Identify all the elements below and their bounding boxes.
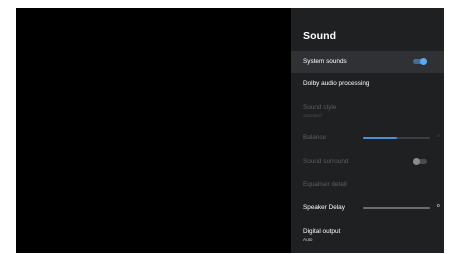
speaker-delay-slider[interactable] <box>363 207 430 209</box>
setting-label: Dolby audio processing <box>303 80 370 87</box>
setting-sublabel: Standard <box>303 113 322 118</box>
balance-slider <box>363 137 430 139</box>
setting-label: Sound style <box>303 104 337 111</box>
sound-surround-toggle <box>413 158 427 165</box>
panel-title: Sound <box>303 30 337 42</box>
slider-value: 0 <box>437 204 440 209</box>
setting-label: Speaker Delay <box>303 204 345 211</box>
system-sounds-toggle[interactable] <box>413 58 427 65</box>
setting-label: System sounds <box>303 58 347 65</box>
sound-settings-panel: Sound System sounds Dolby audio processi… <box>291 8 444 253</box>
toggle-knob <box>413 158 420 165</box>
setting-label: Sound surround <box>303 158 349 165</box>
setting-sublabel: Auto <box>303 237 313 242</box>
setting-system-sounds[interactable]: System sounds <box>291 51 444 73</box>
setting-sound-surround: Sound surround <box>291 151 444 173</box>
setting-label: Equaliser detail <box>303 181 347 188</box>
setting-speaker-delay[interactable]: Speaker Delay 0 <box>291 197 444 219</box>
toggle-knob <box>420 58 427 65</box>
setting-equaliser-detail: Equaliser detail <box>291 174 444 196</box>
setting-sound-style: Sound style Standard <box>291 100 444 122</box>
setting-balance: Balance 0 <box>291 127 444 149</box>
setting-dolby-audio-processing[interactable]: Dolby audio processing <box>291 73 444 95</box>
setting-digital-output[interactable]: Digital output Auto <box>291 224 444 246</box>
tv-screen: Sound System sounds Dolby audio processi… <box>16 8 444 253</box>
slider-value: 0 <box>437 134 440 139</box>
slider-fill <box>363 137 397 139</box>
setting-label: Digital output <box>303 228 341 235</box>
setting-label: Balance <box>303 134 327 141</box>
